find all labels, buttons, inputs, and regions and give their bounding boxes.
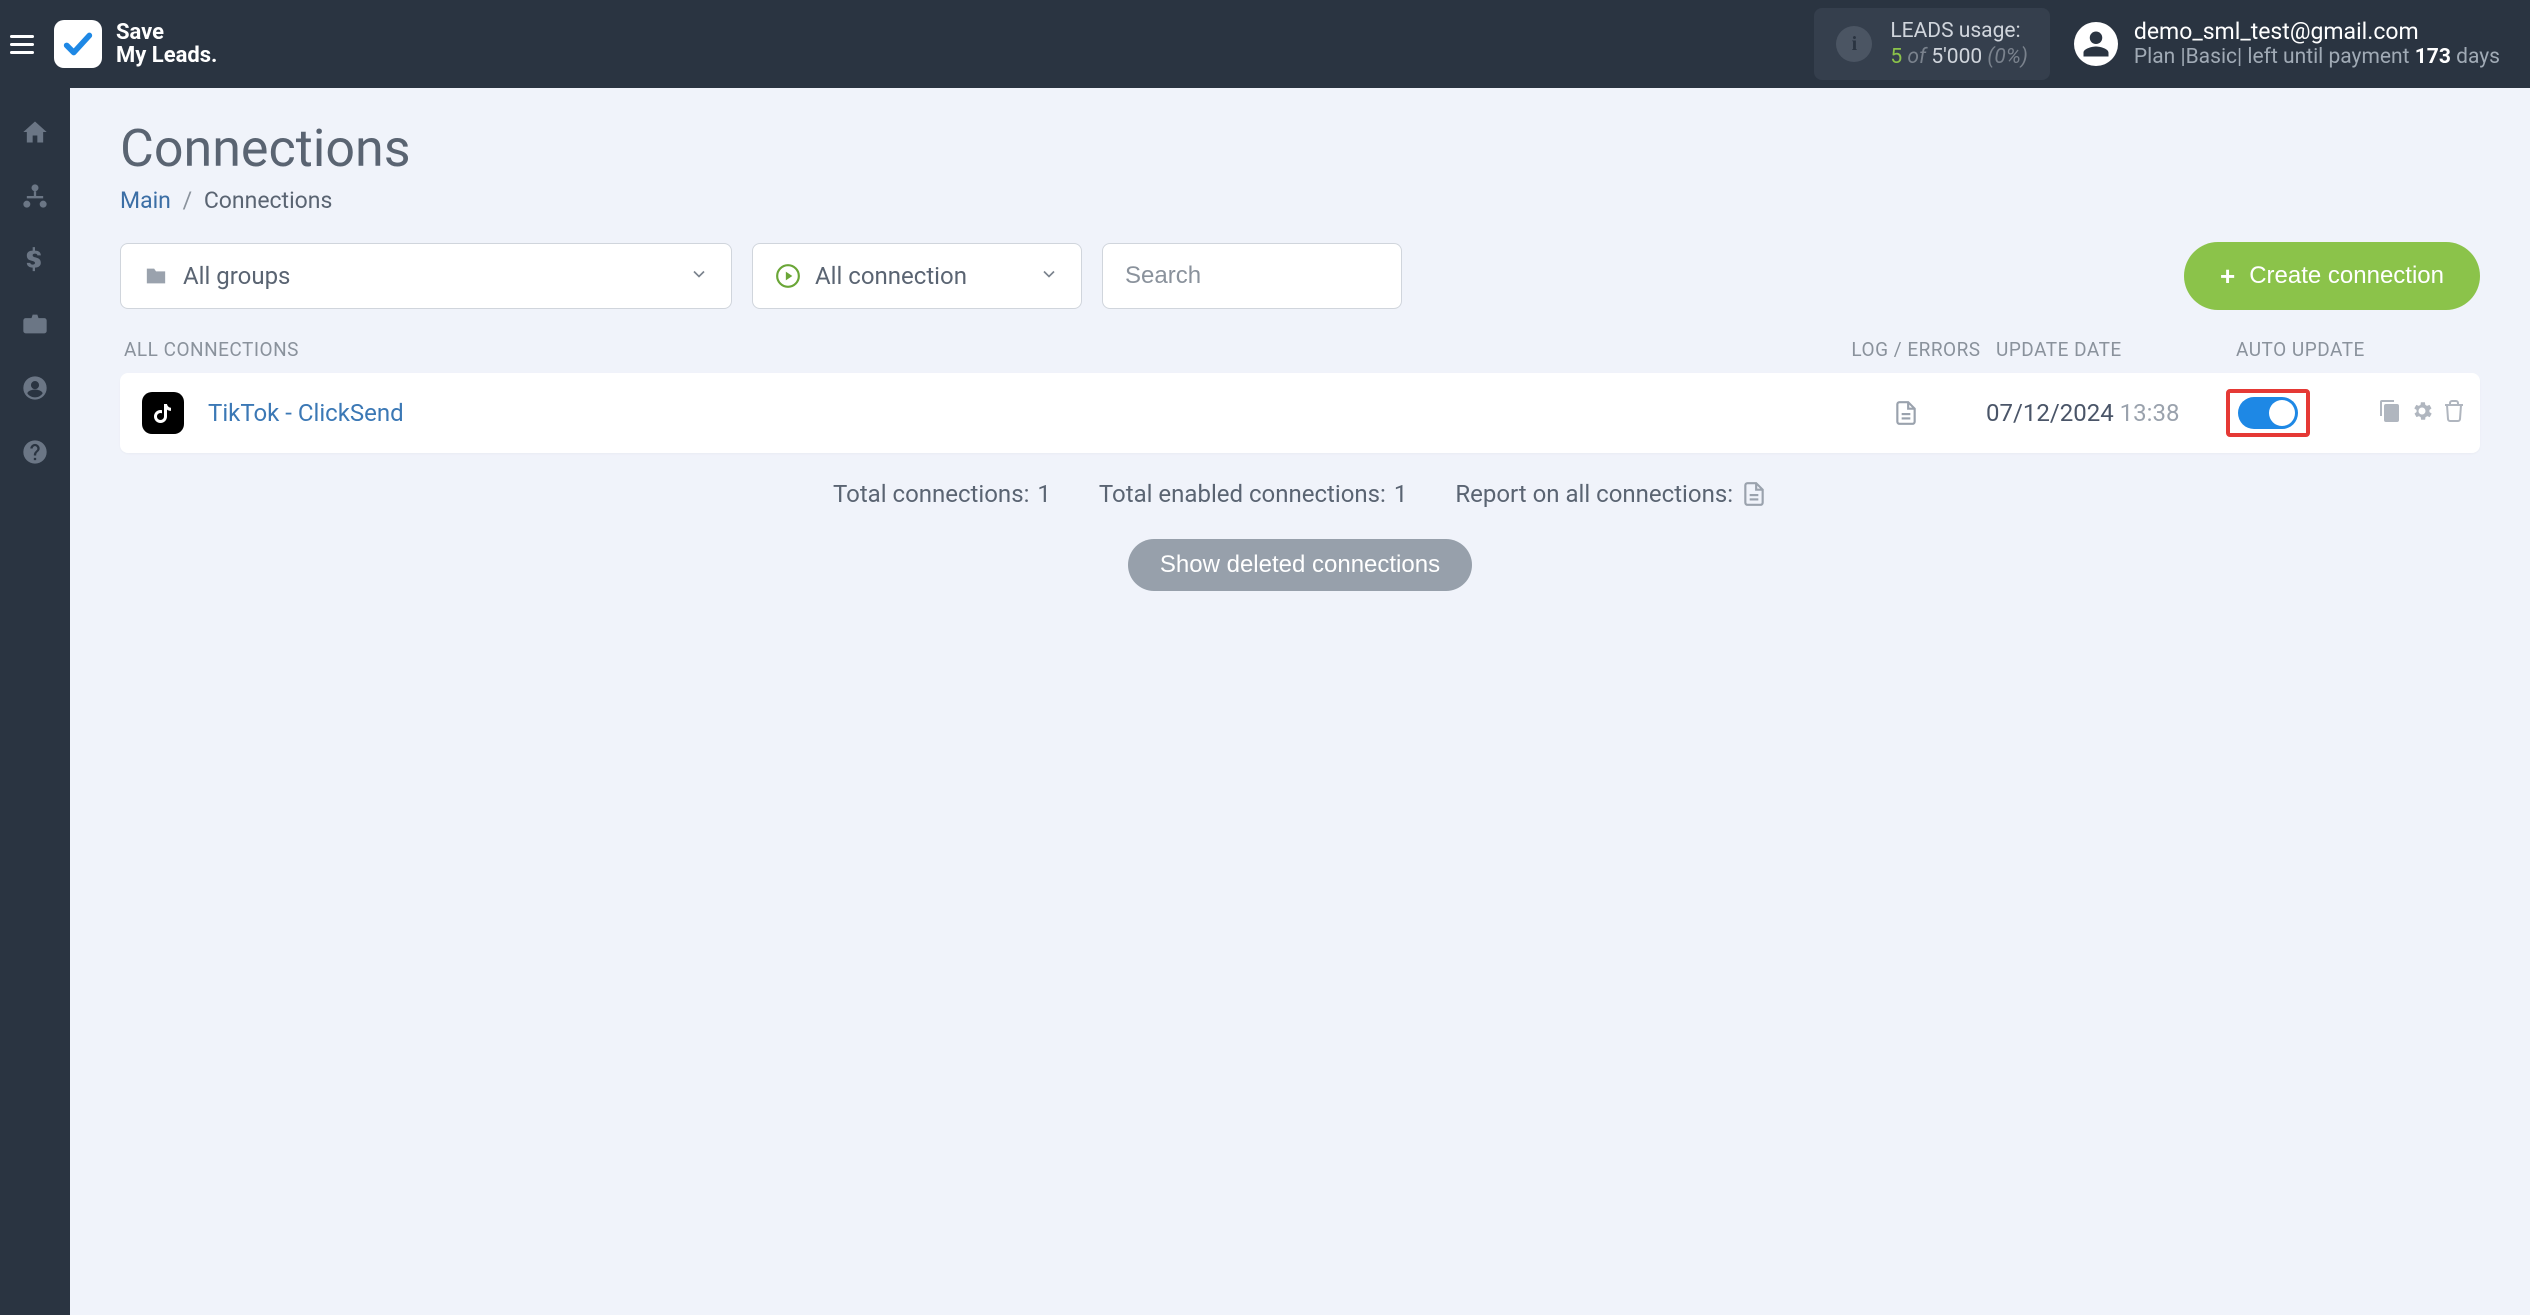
breadcrumb-separator: /: [183, 187, 193, 214]
menu-toggle-button[interactable]: [10, 28, 42, 60]
plan-until: left until payment: [2247, 45, 2409, 69]
create-connection-button[interactable]: + Create connection: [2184, 242, 2480, 310]
status-filter-select[interactable]: All connection: [752, 243, 1082, 309]
summary-total-label: Total connections:: [833, 480, 1029, 508]
topbar: Save My Leads. i LEADS usage: 5 of 5'000…: [0, 0, 2530, 88]
summary-report-label: Report on all connections:: [1455, 480, 1733, 508]
delete-button[interactable]: [2442, 399, 2466, 427]
user-email: demo_sml_test@gmail.com: [2134, 19, 2500, 44]
plan-days-word: days: [2456, 45, 2500, 69]
show-deleted-button[interactable]: Show deleted connections: [1128, 539, 1472, 591]
document-icon[interactable]: [1741, 479, 1767, 509]
show-deleted-label: Show deleted connections: [1160, 551, 1440, 578]
summary-total-value: 1: [1037, 480, 1051, 508]
breadcrumb: Main / Connections: [120, 187, 2480, 214]
app-name-l2: My Leads.: [116, 44, 217, 67]
search-input[interactable]: [1125, 262, 1379, 290]
user-menu[interactable]: demo_sml_test@gmail.com Plan |Basic| lef…: [2074, 19, 2500, 68]
plan-name: Basic: [2186, 45, 2237, 69]
app-name: Save My Leads.: [116, 21, 217, 67]
main-content: Connections Main / Connections All group…: [70, 88, 2530, 1315]
user-plan-line: Plan |Basic| left until payment 173 days: [2134, 45, 2500, 69]
row-date-value: 07/12/2024: [1986, 399, 2114, 427]
list-header: ALL CONNECTIONS LOG / ERRORS UPDATE DATE…: [120, 330, 2480, 373]
app-logo[interactable]: [54, 20, 102, 68]
auto-update-highlight: [2226, 389, 2310, 437]
plan-prefix: Plan: [2134, 45, 2175, 69]
summary-enabled-label: Total enabled connections:: [1099, 480, 1386, 508]
search-box[interactable]: [1102, 243, 1402, 309]
col-log-header: LOG / ERRORS: [1836, 338, 1996, 361]
summary-enabled-value: 1: [1394, 480, 1408, 508]
breadcrumb-main-link[interactable]: Main: [120, 187, 171, 214]
summary-bar: Total connections: 1 Total enabled conne…: [120, 479, 2480, 509]
folder-icon: [143, 265, 169, 287]
info-icon: i: [1836, 26, 1872, 62]
col-date-header: UPDATE DATE: [1996, 338, 2216, 361]
groups-filter-select[interactable]: All groups: [120, 243, 732, 309]
leads-pct: (0%): [1987, 45, 2027, 69]
col-name-header: ALL CONNECTIONS: [124, 338, 1836, 361]
connection-name-link[interactable]: TikTok - ClickSend: [208, 399, 1826, 427]
leads-total: 5'000: [1931, 45, 1982, 69]
page-title: Connections: [120, 118, 2480, 179]
sidebar-item-account[interactable]: [15, 368, 55, 408]
sidebar-item-help[interactable]: [15, 432, 55, 472]
breadcrumb-current: Connections: [204, 187, 333, 214]
sidebar-item-toolbox[interactable]: [15, 304, 55, 344]
leads-of: of: [1907, 45, 1926, 69]
sidebar-item-home[interactable]: [15, 112, 55, 152]
col-auto-header: AUTO UPDATE: [2216, 338, 2476, 361]
sidebar: [0, 88, 70, 1315]
tiktok-icon: [142, 392, 184, 434]
leads-usage-values: 5 of 5'000 (0%): [1890, 44, 2028, 70]
groups-filter-label: All groups: [183, 262, 290, 290]
play-circle-icon: [775, 263, 801, 289]
row-time-value: 13:38: [2120, 399, 2180, 427]
app-name-l1: Save: [116, 21, 217, 44]
chevron-down-icon: [1039, 262, 1059, 290]
create-connection-label: Create connection: [2249, 262, 2444, 290]
leads-usage-widget[interactable]: i LEADS usage: 5 of 5'000 (0%): [1814, 8, 2050, 81]
chevron-down-icon: [689, 262, 709, 290]
copy-button[interactable]: [2378, 399, 2402, 427]
status-filter-label: All connection: [815, 262, 967, 290]
sidebar-item-connections[interactable]: [15, 176, 55, 216]
document-icon: [1893, 398, 1919, 428]
leads-used: 5: [1890, 45, 1902, 69]
row-date-cell: 07/12/2024 13:38: [1986, 399, 2206, 427]
settings-button[interactable]: [2410, 399, 2434, 427]
connection-row: TikTok - ClickSend 07/12/2024 13:38: [120, 373, 2480, 453]
plus-icon: +: [2220, 261, 2235, 292]
sidebar-item-billing[interactable]: [15, 240, 55, 280]
auto-update-toggle[interactable]: [2238, 397, 2298, 429]
row-log-cell[interactable]: [1826, 398, 1986, 428]
leads-usage-label: LEADS usage:: [1890, 18, 2028, 44]
avatar-icon: [2074, 22, 2118, 66]
plan-days-num: 173: [2415, 45, 2451, 69]
